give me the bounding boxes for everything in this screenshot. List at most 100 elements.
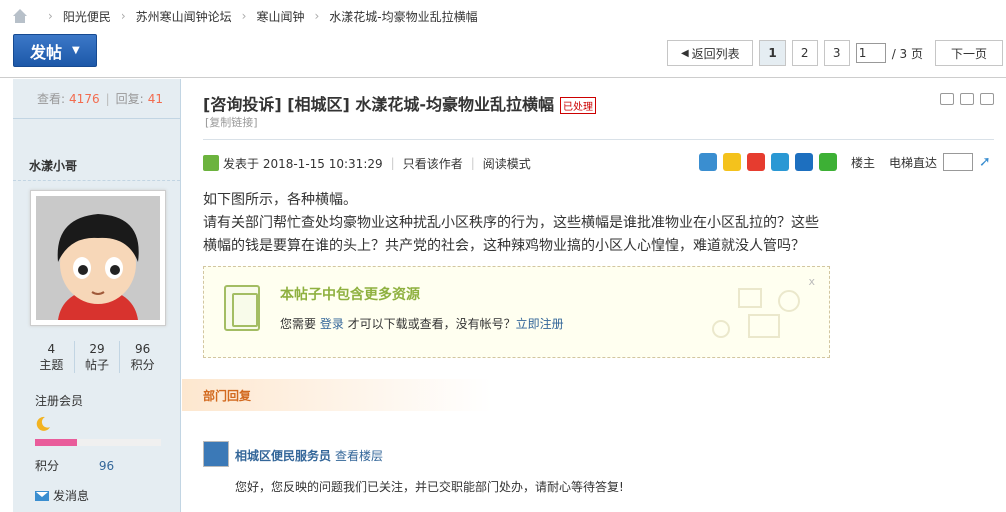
post-meta: 发表于 2018-1-15 10:31:29 | 只看该作者 | 阅读模式 楼主… (203, 153, 993, 173)
replies-count: 41 (147, 91, 163, 106)
post-time: 发表于 2018-1-15 10:31:29 (223, 156, 383, 171)
author-name[interactable]: 水漾小哥 (13, 151, 180, 181)
points-label: 积分 (35, 459, 60, 473)
posts-count[interactable]: 29 帖子 (73, 341, 120, 373)
post-title: [咨询投诉] [相城区] 水漾花城-均豪物业乱拉横幅 已处理 (203, 91, 597, 115)
user-rank: 注册会员 (35, 394, 84, 408)
share-plus-icon[interactable] (698, 153, 717, 171)
register-link[interactable]: 立即注册 (516, 317, 564, 331)
share-tencent-icon[interactable] (770, 153, 789, 171)
points-value: 96 (98, 459, 115, 473)
points-count[interactable]: 96 积分 (119, 341, 165, 373)
author-counts: 4 主题 29 帖子 96 积分 (29, 341, 165, 373)
back-to-list-label: 返回列表 (691, 46, 740, 61)
meta-divider: | (390, 156, 395, 170)
chevron-right-icon: › (241, 9, 247, 23)
thread-stats: 查看: 4176 | 回复: 41 (13, 79, 180, 119)
chevron-left-icon: ◀ (680, 47, 689, 59)
page-link[interactable]: 3 (823, 40, 850, 66)
page-total: / 3 页 (891, 46, 923, 61)
locked-resource-box: 本帖子中包含更多资源 您需要 登录 才可以下载或查看，没有帐号？立即注册 x (203, 266, 830, 358)
department-reply-label: 部门回复 (203, 389, 252, 403)
views-count: 4176 (69, 91, 100, 106)
page-link[interactable]: 2 (791, 40, 818, 66)
breadcrumb-item[interactable]: 寒山闻钟 (256, 8, 304, 25)
close-icon[interactable]: x (808, 275, 815, 288)
new-post-label: 发帖 (30, 42, 63, 62)
points-row: 积分 96 (35, 457, 114, 474)
breadcrumb-item[interactable]: 苏州寒山闻钟论坛 (136, 8, 232, 25)
send-message-label: 发消息 (53, 489, 90, 503)
copy-link[interactable]: [复制链接] (205, 114, 258, 130)
view-floor-link[interactable]: 查看楼层 (335, 447, 383, 464)
next-thread-icon[interactable] (980, 93, 994, 105)
login-link[interactable]: 登录 (320, 317, 344, 331)
post-body: 如下图所示，各种横幅。 请有关部门帮忙查处均豪物业这种扰乱小区秩序的行为，这些横… (203, 189, 823, 258)
locked-resource-text: 您需要 登录 才可以下载或查看，没有帐号？立即注册 (280, 315, 564, 332)
breadcrumb: › 阳光便民 › 苏州寒山闻钟论坛 › 寒山闻钟 › 水漾花城-均豪物业乱拉横幅 (0, 0, 1006, 32)
replies-label: 回复: (115, 92, 144, 106)
new-post-button[interactable]: 发帖 ▼ (13, 34, 97, 67)
avatar[interactable] (30, 190, 166, 326)
meta-divider: | (470, 156, 475, 170)
post-body-line: 如下图所示，各种横幅。 (203, 192, 357, 208)
next-page-button[interactable]: 下一页 (935, 40, 1003, 66)
post-main: [咨询投诉] [相城区] 水漾花城-均豪物业乱拉横幅 已处理 [复制链接] 发表… (182, 79, 1006, 512)
stats-divider: | (105, 91, 110, 106)
level-progress-fill (35, 439, 77, 446)
count-value: 96 (135, 342, 151, 356)
count-label: 主题 (39, 358, 64, 372)
chevron-right-icon: › (120, 9, 126, 23)
count-value: 4 (47, 342, 56, 356)
prev-thread-icon[interactable] (960, 93, 974, 105)
views-label: 查看: (37, 92, 66, 106)
service-avatar-icon[interactable] (203, 441, 229, 467)
page-input[interactable]: 1 (855, 43, 886, 63)
reply-author[interactable]: 相城区便民服务员 (235, 447, 331, 464)
elevator-input[interactable] (943, 153, 973, 171)
mail-icon (35, 490, 49, 501)
count-label: 积分 (130, 358, 155, 372)
jump-arrow-icon[interactable]: ➚ (979, 155, 993, 169)
caret-down-icon: ▼ (72, 45, 80, 56)
text-fragment: 才可以下载或查看，没有帐号？ (343, 317, 516, 331)
count-value: 29 (89, 342, 105, 356)
locked-resource-heading: 本帖子中包含更多资源 (280, 287, 420, 303)
send-message-link[interactable]: 发消息 (35, 487, 89, 504)
share-wechat-icon[interactable] (818, 153, 837, 171)
share-renren-icon[interactable] (794, 153, 813, 171)
share-qzone-icon[interactable] (722, 153, 741, 171)
decoration-icon (712, 288, 800, 338)
topics-count[interactable]: 4 主题 (29, 341, 74, 373)
status-badge: 已处理 (560, 96, 597, 114)
home-icon[interactable] (12, 9, 28, 23)
level-progress-bar (35, 439, 161, 446)
moon-icon (36, 416, 50, 431)
reply-text: 您好，您反映的问题我们已关注，并已交职能部门处办，请耐心等待答复! (235, 480, 624, 494)
divider (203, 139, 994, 140)
elevator-label: 电梯直达 (888, 155, 937, 170)
text-fragment: 您需要 (280, 317, 320, 331)
author-sidebar: 查看: 4176 | 回复: 41 水漾小哥 4 主题 29 帖子 96 积分 … (13, 79, 181, 512)
document-icon (224, 285, 260, 331)
breadcrumb-item[interactable]: 阳光便民 (63, 8, 111, 25)
online-status-icon (203, 155, 219, 171)
only-author-link[interactable]: 只看该作者 (403, 155, 463, 172)
floor-label: 楼主 (850, 155, 875, 170)
back-to-list-button[interactable]: ◀ 返回列表 (667, 40, 754, 66)
breadcrumb-item[interactable]: 水漾花城-均豪物业乱拉横幅 (329, 8, 477, 25)
chevron-right-icon: › (48, 9, 53, 23)
pager: ◀ 返回列表 1 2 3 1 / 3 页 下一页 (667, 40, 1003, 66)
post-body-line: 请有关部门帮忙查处均豪物业这种扰乱小区秩序的行为，这些横幅是谁批准物业在小区乱拉… (203, 215, 819, 254)
read-mode-link[interactable]: 阅读模式 (483, 155, 531, 172)
chevron-right-icon: › (314, 9, 320, 23)
post-title-text: [咨询投诉] [相城区] 水漾花城-均豪物业乱拉横幅 (203, 95, 555, 114)
toolbar: 发帖 ▼ ◀ 返回列表 1 2 3 1 / 3 页 下一页 (0, 32, 1006, 78)
print-icon[interactable] (940, 93, 954, 105)
avatar-image (36, 196, 160, 320)
page-link[interactable]: 1 (759, 40, 786, 66)
share-weibo-icon[interactable] (746, 153, 765, 171)
department-reply-header: 部门回复 (182, 379, 492, 411)
share-bar: 楼主 电梯直达 ➚ (698, 153, 993, 171)
post-tools (940, 93, 994, 105)
